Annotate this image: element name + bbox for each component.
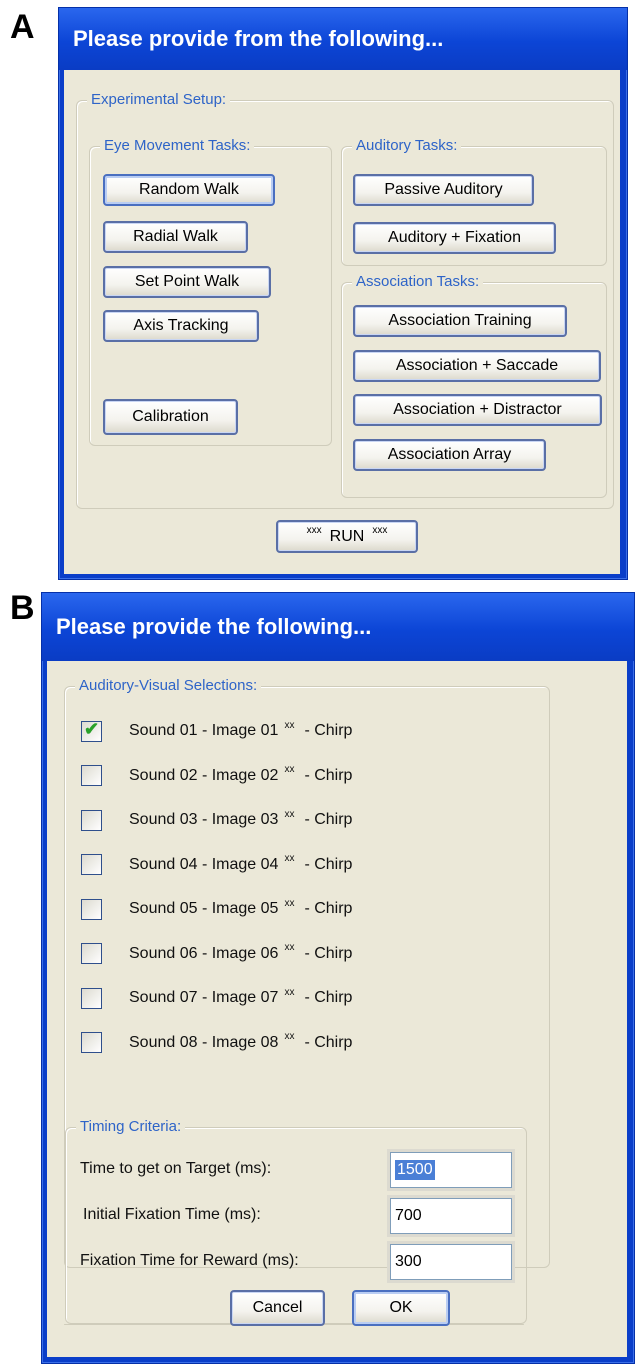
- selection-text: Sound 07 - Image 07: [129, 989, 279, 1006]
- selection-mark: xx: [284, 853, 295, 864]
- reward-fixation-input[interactable]: 300: [390, 1244, 512, 1280]
- random-walk-button[interactable]: Random Walk: [103, 174, 275, 206]
- selection-suffix: - Chirp: [304, 944, 353, 962]
- cancel-button[interactable]: Cancel: [230, 1290, 325, 1326]
- association-label: Association Tasks:: [352, 273, 484, 291]
- auditory-label: Auditory Tasks:: [352, 137, 462, 155]
- dialog-client-a: Experimental Setup: Eye Movement Tasks: …: [64, 70, 620, 574]
- selection-checkbox[interactable]: ✔: [81, 718, 102, 742]
- selection-row[interactable]: Sound 05 - Image 05 xx - Chirp: [81, 897, 352, 921]
- run-button[interactable]: xxx RUN xxx: [276, 520, 418, 553]
- selection-mark: xx: [284, 1031, 295, 1042]
- eye-movement-label: Eye Movement Tasks:: [100, 137, 255, 155]
- selection-text: Sound 01 - Image 01: [129, 722, 279, 739]
- eye-movement-group: Eye Movement Tasks: Random Walk Radial W…: [89, 137, 332, 446]
- selection-row[interactable]: Sound 07 - Image 07 xx - Chirp: [81, 986, 352, 1010]
- selection-mark: xx: [284, 808, 295, 820]
- selection-checkbox[interactable]: [81, 1032, 102, 1053]
- association-training-button[interactable]: Association Training: [353, 305, 567, 337]
- initial-fixation-input[interactable]: 700: [390, 1198, 512, 1234]
- passive-auditory-button[interactable]: Passive Auditory: [353, 174, 534, 206]
- selection-suffix: - Chirp: [304, 811, 353, 828]
- dialog-title-text-a: Please provide from the following...: [73, 26, 444, 51]
- selection-mark: xx: [284, 986, 295, 998]
- run-suffix: xxx: [372, 525, 388, 536]
- association-distractor-button[interactable]: Association + Distractor: [353, 394, 602, 426]
- selection-row[interactable]: Sound 02 - Image 02 xx - Chirp: [81, 764, 352, 788]
- auditory-group: Auditory Tasks: Passive Auditory Auditor…: [341, 137, 607, 266]
- ok-button[interactable]: OK: [352, 1290, 450, 1326]
- dialog-window-a: Please provide from the following... Exp…: [58, 7, 628, 580]
- target-time-label: Time to get on Target (ms):: [80, 1160, 272, 1177]
- selection-text: Sound 02 - Image 02: [129, 766, 279, 784]
- selection-row[interactable]: Sound 08 - Image 08 xx - Chirp: [81, 1031, 352, 1055]
- selection-text: Sound 03 - Image 03: [129, 811, 279, 828]
- association-array-button[interactable]: Association Array: [353, 439, 546, 471]
- target-time-input[interactable]: 1500: [390, 1152, 512, 1188]
- selection-suffix: - Chirp: [304, 855, 353, 873]
- target-time-value: 1500: [395, 1160, 435, 1180]
- selection-text: Sound 05 - Image 05: [129, 900, 279, 917]
- reward-fixation-value: 300: [395, 1253, 422, 1270]
- axis-tracking-button[interactable]: Axis Tracking: [103, 310, 259, 342]
- dialog-title-text-b: Please provide the following...: [56, 614, 372, 639]
- auditory-visual-label: Auditory-Visual Selections:: [75, 677, 262, 695]
- selection-checkbox[interactable]: [81, 987, 102, 1009]
- selection-row[interactable]: ✔ Sound 01 - Image 01 xx - Chirp: [81, 719, 352, 743]
- selection-mark: xx: [284, 764, 295, 775]
- panel-b-letter: B: [10, 589, 35, 627]
- selection-mark: xx: [284, 719, 295, 731]
- timing-criteria-label: Timing Criteria:: [76, 1118, 186, 1136]
- selection-mark: xx: [284, 942, 295, 953]
- experimental-setup-label: Experimental Setup:: [87, 91, 231, 109]
- selection-row[interactable]: Sound 03 - Image 03 xx - Chirp: [81, 808, 352, 832]
- initial-fixation-value: 700: [395, 1207, 422, 1224]
- selection-row[interactable]: Sound 06 - Image 06 xx - Chirp: [81, 942, 352, 966]
- selection-checkbox[interactable]: [81, 765, 102, 786]
- reward-fixation-label: Fixation Time for Reward (ms):: [80, 1252, 299, 1269]
- set-point-walk-button[interactable]: Set Point Walk: [103, 266, 271, 298]
- selection-suffix: - Chirp: [304, 1033, 353, 1051]
- checkmark-icon: ✔: [84, 718, 100, 739]
- selection-row[interactable]: Sound 04 - Image 04 xx - Chirp: [81, 853, 352, 877]
- selection-suffix: - Chirp: [304, 900, 353, 917]
- experimental-setup-group: Experimental Setup: Eye Movement Tasks: …: [76, 91, 614, 509]
- association-saccade-button[interactable]: Association + Saccade: [353, 350, 601, 382]
- selection-suffix: - Chirp: [304, 722, 353, 739]
- association-group: Association Tasks: Association Training …: [341, 273, 607, 498]
- calibration-button[interactable]: Calibration: [103, 399, 238, 435]
- selection-checkbox[interactable]: [81, 943, 102, 964]
- selection-checkbox[interactable]: [81, 898, 102, 920]
- dialog-title-b: Please provide the following...: [42, 593, 634, 661]
- run-prefix: xxx: [306, 525, 322, 536]
- selection-text: Sound 04 - Image 04: [129, 855, 279, 873]
- selection-checkbox[interactable]: [81, 854, 102, 875]
- selection-suffix: - Chirp: [304, 989, 353, 1006]
- selection-text: Sound 06 - Image 06: [129, 944, 279, 962]
- radial-walk-button[interactable]: Radial Walk: [103, 221, 248, 253]
- initial-fixation-label: Initial Fixation Time (ms):: [83, 1206, 261, 1223]
- auditory-fixation-button[interactable]: Auditory + Fixation: [353, 222, 556, 254]
- dialog-title-a: Please provide from the following...: [59, 8, 627, 70]
- selection-checkbox[interactable]: [81, 809, 102, 831]
- run-label: RUN: [329, 527, 365, 545]
- panel-a-letter: A: [10, 8, 35, 46]
- selection-text: Sound 08 - Image 08: [129, 1033, 279, 1051]
- selection-mark: xx: [284, 897, 295, 909]
- selection-suffix: - Chirp: [304, 766, 353, 784]
